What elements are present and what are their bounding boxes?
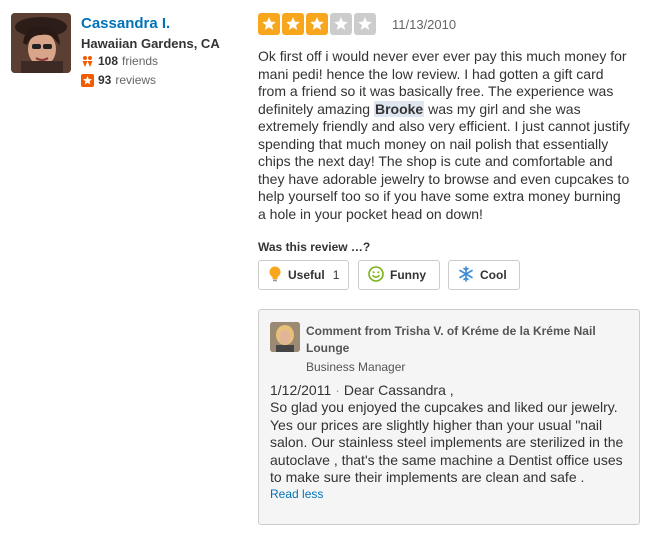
cool-label: Cool: [480, 268, 507, 282]
reviews-count-row: 93 reviews: [81, 73, 156, 87]
comment-date: 1/12/2011: [270, 382, 332, 398]
snowflake-icon: [458, 265, 474, 285]
cool-button[interactable]: Cool: [448, 260, 520, 290]
lightbulb-icon: [268, 266, 282, 285]
star-empty-icon: [330, 13, 352, 35]
review-star-icon: [81, 73, 94, 87]
date-separator: ·: [335, 382, 340, 398]
review-text: Ok first off i would never ever ever pay…: [258, 48, 630, 223]
star-rating: [258, 13, 376, 35]
star-filled-icon: [258, 13, 280, 35]
owner-role: Business Manager: [306, 360, 406, 374]
friends-label: friends: [122, 54, 159, 68]
funny-label: Funny: [390, 268, 426, 282]
reviews-count: 93: [98, 73, 112, 87]
highlighted-term: Brooke: [373, 100, 425, 117]
comment-body: 1/12/2011 · Dear Cassandra , So glad you e…: [270, 382, 632, 486]
reviewer-name[interactable]: Cassandra I.: [81, 15, 170, 32]
reviewer-avatar[interactable]: [11, 13, 71, 73]
reviews-label: reviews: [115, 73, 157, 87]
friends-icon: [81, 55, 94, 68]
funny-button[interactable]: Funny: [358, 260, 440, 290]
vote-prompt: Was this review …?: [258, 240, 371, 254]
review-date: 11/13/2010: [392, 17, 457, 32]
review-text-part-2: was my girl and she was extremely friend…: [258, 100, 630, 222]
reviewer-location: Hawaiian Gardens, CA: [81, 36, 220, 51]
useful-label: Useful: [288, 268, 325, 282]
star-filled-icon: [306, 13, 328, 35]
owner-avatar[interactable]: [270, 322, 300, 352]
star-empty-icon: [354, 13, 376, 35]
smiley-icon: [368, 265, 384, 285]
useful-button[interactable]: Useful 1: [258, 260, 349, 290]
read-less-link[interactable]: Read less: [270, 487, 323, 501]
useful-count: 1: [332, 268, 340, 282]
star-filled-icon: [282, 13, 304, 35]
comment-author: Comment from Trisha V. of Kréme de la Kr…: [306, 324, 596, 355]
friends-count: 108: [98, 54, 119, 68]
friends-count-row: 108 friends: [81, 54, 158, 68]
owner-comment-box: Comment from Trisha V. of Kréme de la Kr…: [258, 309, 640, 525]
